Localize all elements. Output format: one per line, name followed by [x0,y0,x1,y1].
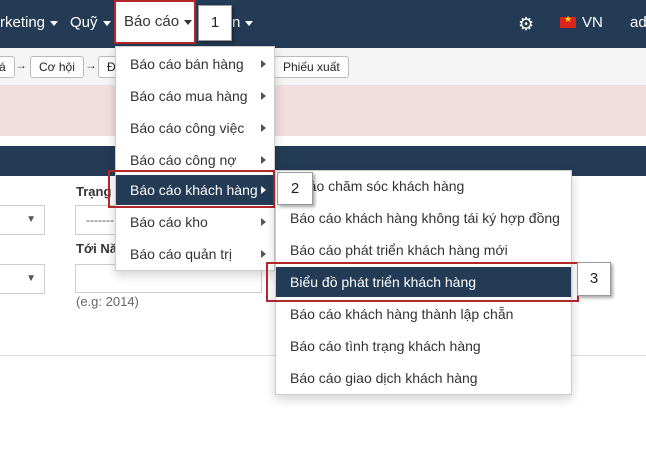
callout-3: 3 [577,262,611,296]
chevron-right-icon [261,218,266,226]
arrow-right-icon: → [85,58,97,72]
chevron-down-icon [184,19,193,25]
language-label: VN [582,14,603,31]
status-select-value: ------- [86,213,114,227]
nav-more[interactable]: n [232,0,254,48]
chevron-right-icon [261,92,266,100]
submenu-item-customer-transactions[interactable]: Báo cáo giao dịch khách hàng [276,363,571,393]
nav-marketing[interactable]: rketing [0,0,59,48]
submenu-item-growth-chart[interactable]: Biểu đồ phát triển khách hàng [276,267,571,297]
year-hint: (e.g: 2014) [76,294,139,309]
menu-item-label: o cáo chăm sóc khách hàng [290,178,465,194]
user-menu[interactable]: ad [630,0,646,48]
nav-fund[interactable]: Quỹ [70,0,111,48]
menu-item-label: Báo cáo công việc [130,120,245,136]
menu-item-warehouse-report[interactable]: Báo cáo kho [116,207,274,237]
pipeline-step-label: Phiếu xuất [283,60,340,74]
to-year-label: Tới Nă [76,241,116,256]
chevron-right-icon [261,250,266,258]
menu-item-label: Báo cáo giao dịch khách hàng [290,370,478,386]
nav-reports[interactable]: Báo cáo [114,0,196,44]
menu-item-label: Báo cáo khách hàng [130,182,258,198]
menu-item-label: Báo cáo khách hàng không tái ký hợp đồng [290,210,560,226]
status-label: Trạng t [76,184,116,199]
filter-select-1[interactable]: ▼ [0,205,45,235]
chevron-down-icon [245,20,254,26]
user-label: ad [630,14,646,31]
chevron-right-icon [261,186,266,194]
menu-item-label: Báo cáo khách hàng thành lập chẵn [290,306,514,322]
menu-item-label: Báo cáo công nợ [130,152,237,168]
nav-more-label: n [232,14,241,31]
top-navbar: rketing Quỹ n ⚙ ★ VN ad [0,0,646,48]
reports-dropdown: Báo cáo bán hàng Báo cáo mua hàng Báo cá… [115,46,275,271]
arrow-right-icon: → [15,58,27,72]
submenu-item-new-customers[interactable]: Báo cáo phát triển khách hàng mới [276,235,571,265]
submenu-item-no-renewal[interactable]: Báo cáo khách hàng không tái ký hợp đồng [276,203,571,233]
menu-item-admin-report[interactable]: Báo cáo quản trị [116,239,274,269]
callout-2: 2 [277,172,313,205]
pipeline-step-label: Cơ hội [39,60,75,74]
vietnam-flag-icon: ★ [560,14,576,28]
pipeline-step-label: á [0,60,6,74]
nav-marketing-label: rketing [0,14,46,31]
pipeline-bar: á → Cơ hội → Đ Phiếu xuất [0,48,646,86]
menu-item-label: Báo cáo kho [130,214,208,230]
callout-1: 1 [198,5,232,41]
menu-item-customer-report[interactable]: Báo cáo khách hàng [116,175,274,205]
pipeline-step-export[interactable]: Phiếu xuất [274,56,349,78]
nav-fund-label: Quỹ [70,14,98,31]
chevron-down-icon: ▼ [26,273,36,284]
menu-item-sales-report[interactable]: Báo cáo bán hàng [116,49,274,79]
chevron-right-icon [261,60,266,68]
chevron-right-icon [261,124,266,132]
chevron-right-icon [261,156,266,164]
menu-item-task-report[interactable]: Báo cáo công việc [116,113,274,143]
menu-item-label: Báo cáo bán hàng [130,56,244,72]
pipeline-step-opportunity[interactable]: Cơ hội [30,56,84,78]
submenu-item-even-founded[interactable]: Báo cáo khách hàng thành lập chẵn [276,299,571,329]
chevron-down-icon: ▼ [26,214,36,225]
menu-item-label: Báo cáo quản trị [130,246,232,262]
menu-item-label: Báo cáo tình trạng khách hàng [290,338,481,354]
menu-item-label: Biểu đồ phát triển khách hàng [290,274,477,290]
chevron-down-icon [50,20,59,26]
submenu-item-customer-care[interactable]: o cáo chăm sóc khách hàng [276,171,571,201]
nav-reports-label: Báo cáo [124,13,180,30]
customer-report-submenu: o cáo chăm sóc khách hàng Báo cáo khách … [275,170,572,395]
language-selector[interactable]: VN [582,0,603,48]
submenu-item-customer-status[interactable]: Báo cáo tình trạng khách hàng [276,331,571,361]
alert-banner [0,86,646,136]
gear-icon[interactable]: ⚙ [518,15,536,33]
menu-item-debt-report[interactable]: Báo cáo công nợ [116,145,274,175]
chevron-down-icon [102,20,111,26]
menu-item-purchase-report[interactable]: Báo cáo mua hàng [116,81,274,111]
menu-item-label: Báo cáo phát triển khách hàng mới [290,242,508,258]
filter-select-2[interactable]: ▼ [0,264,45,294]
menu-item-label: Báo cáo mua hàng [130,88,248,104]
pipeline-step-1[interactable]: á [0,56,15,78]
